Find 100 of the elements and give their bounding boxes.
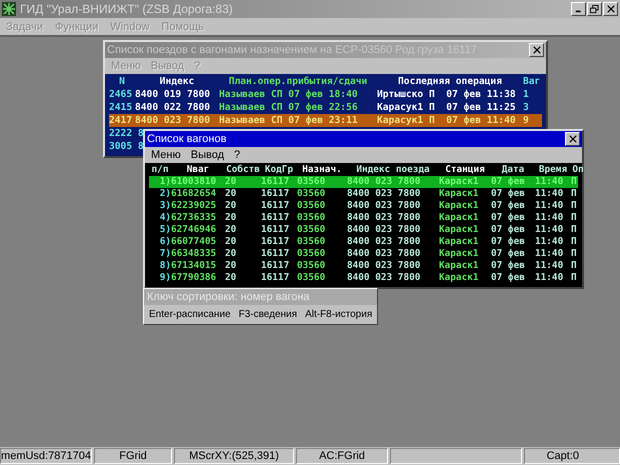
table-cell-text: 3 (523, 101, 530, 114)
table-cell-text: 20 (225, 272, 238, 284)
table-cell-text: Караск1 (439, 224, 480, 236)
wagon-row[interactable]: 6)66077405 20 16117 03560 8400 023 7800 Караск1 07 фев 11:40 П (149, 236, 578, 248)
wagon-row[interactable]: 5)62746946 20 16117 03560 8400 023 7800 Караск1 07 фев 11:40 П (149, 224, 578, 236)
column-header: КодГр (264, 164, 294, 176)
table-cell-text: 03560 (297, 212, 326, 224)
close-icon (568, 135, 576, 143)
column-header: Nваг (186, 164, 210, 176)
menu-item[interactable]: Вывод (190, 149, 224, 161)
table-cell-text: 20 (225, 224, 238, 236)
table-cell-text: П (571, 200, 578, 212)
train-row[interactable]: 2465 8400 019 7800 Называев СП 07 фев 18:40 Иртышско П 07 фев 11:38 1 (109, 88, 542, 101)
table-cell-text: П (571, 176, 578, 188)
table-cell-text: 07 фев (491, 260, 526, 272)
table-cell-text: 6) (158, 236, 171, 248)
table-cell-text: 07 фев (491, 224, 526, 236)
table-cell-text: 07 фев (491, 248, 526, 260)
column-header: Последняя операция (397, 75, 503, 88)
table-cell-text: Карасук1 П 07 фев 11:40 (377, 114, 517, 127)
table-cell: 3005 8 (109, 140, 144, 153)
table-cell-text: Караск1 (439, 188, 480, 200)
table-cell-text: 8) (158, 260, 171, 272)
table-cell-text: 8400 023 7800 (347, 272, 422, 284)
column-header: Назнач. (301, 164, 343, 176)
table-cell-text: 16117 (261, 212, 290, 224)
restore-icon (590, 4, 599, 14)
wagon-row[interactable]: 8)67134015 20 16117 03560 8400 023 7800 Караск1 07 фев 11:40 П (149, 260, 578, 272)
table-cell-text: П (571, 212, 578, 224)
table-cell-text: 2465 (109, 88, 134, 101)
wagon-row[interactable]: 2)61682654 20 16117 03560 8400 023 7800 Караск1 07 фев 11:40 П (149, 188, 578, 200)
table-cell-text: 8400 023 7800 (347, 176, 422, 188)
table-cell-text: 9 (523, 114, 530, 127)
wagon-row[interactable]: 3)62239025 20 16117 03560 8400 023 7800 Караск1 07 фев 11:40 П (149, 200, 578, 212)
column-header: Ваг (523, 75, 537, 88)
sort-key-label: Ключ сортировки: номер вагона (144, 289, 377, 305)
table-cell-text: 11:40 (535, 200, 564, 212)
table-cell-text: Караск1 (439, 236, 480, 248)
close-button[interactable] (603, 2, 618, 16)
table-cell-text: 5) (158, 224, 171, 236)
column-header: План.опер.прибытия/сдачи (228, 75, 368, 88)
table-cell-text: Называев СП 07 фев 18:40 (219, 88, 359, 101)
column-header: Индекс поезда (355, 164, 431, 176)
table-cell-text: 62239025 (171, 200, 218, 212)
table-cell-text: 66077405 (171, 236, 218, 248)
close-icon (606, 5, 614, 13)
table-cell-text: 07 фев (491, 212, 526, 224)
table-cell-text: 16117 (261, 248, 290, 260)
table-cell-text: 8400 023 7800 (135, 114, 212, 127)
close-button[interactable] (565, 132, 580, 146)
table-cell-text: 67134015 (171, 260, 218, 272)
table-cell-text: 11:40 (535, 236, 564, 248)
table-cell-text: 03560 (297, 188, 326, 200)
table-cell-text: 2417 (109, 114, 134, 127)
table-cell-text: Караск1 (439, 260, 480, 272)
status-panel: memUsd:7871704 (0, 448, 92, 464)
table-cell-text: Караск1 (439, 200, 480, 212)
table-cell-text: Называев СП 07 фев 23:11 (219, 114, 359, 127)
table-cell-text: 11:40 (535, 260, 564, 272)
close-icon (532, 46, 540, 54)
table-cell-text: 1 (523, 88, 530, 101)
table-cell-text: П (571, 188, 578, 200)
minimize-button[interactable] (571, 2, 586, 16)
table-cell-text: 8400 023 7800 (347, 224, 422, 236)
table-cell-text: П (571, 260, 578, 272)
table-cell-text: 07 фев (491, 272, 526, 284)
table-cell-text: 4) (158, 212, 171, 224)
table-cell-text: 8400 023 7800 (347, 200, 422, 212)
column-header: Собств (225, 164, 261, 176)
table-cell-text: 66348335 (171, 248, 218, 260)
table-cell-text: 8400 023 7800 (347, 212, 422, 224)
table-cell-text: 11:40 (535, 212, 564, 224)
table-cell-text: 8400 023 7800 (347, 188, 422, 200)
table-cell-text: 20 (225, 200, 238, 212)
wagon-row[interactable]: 9)67790386 20 16117 03560 8400 023 7800 Караск1 07 фев 11:40 П (149, 272, 578, 284)
table-cell-text: 07 фев (491, 200, 526, 212)
table-cell-text: 8400 023 7800 (347, 248, 422, 260)
train-row[interactable]: 2415 8400 022 7800 Называев СП 07 фев 22:56 Карасук1 П 07 фев 11:25 3 (109, 101, 542, 114)
wagon-row[interactable]: 4)62736335 20 16117 03560 8400 023 7800 Караск1 07 фев 11:40 П (149, 212, 578, 224)
table-cell-text: 20 (225, 188, 238, 200)
table-cell-text: П (571, 248, 578, 260)
table-cell-text: 8400 022 7800 (135, 101, 212, 114)
close-button[interactable] (529, 43, 544, 57)
table-cell-text: 11:40 (535, 224, 564, 236)
restore-button[interactable] (587, 2, 602, 16)
column-header: Индекс (158, 75, 196, 88)
column-header: N (118, 75, 126, 88)
menu-item[interactable]: ? (234, 149, 240, 161)
table-cell-text: Иртышско П 07 фев 11:38 (377, 88, 517, 101)
table-cell-text: 11:40 (535, 176, 564, 188)
table-cell-text: 62736335 (171, 212, 218, 224)
wagon-row[interactable]: 7)66348335 20 16117 03560 8400 023 7800 Караск1 07 фев 11:40 П (149, 248, 578, 260)
column-header: Оп (571, 164, 585, 176)
status-panel: Capt:0 (524, 448, 620, 464)
table-cell-text: 11:40 (535, 188, 564, 200)
table-cell-text: 16117 (261, 260, 290, 272)
menu-item[interactable]: Меню (151, 149, 181, 161)
shortcut-hint: F3-сведения (238, 309, 298, 320)
table-cell-text: 03560 (297, 200, 326, 212)
table-cell-text: 2) (158, 188, 171, 200)
